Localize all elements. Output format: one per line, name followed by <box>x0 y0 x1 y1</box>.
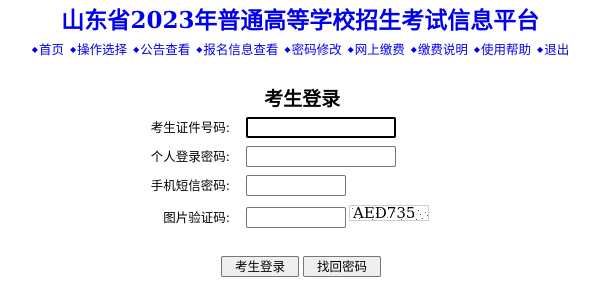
login-button[interactable]: 考生登录 <box>221 256 299 277</box>
nav-item-announcements[interactable]: ◆公告查看 <box>133 41 190 59</box>
recover-password-button[interactable]: 找回密码 <box>303 256 381 277</box>
nav-item-label: 报名信息查看 <box>203 42 279 57</box>
captcha-input[interactable] <box>246 207 346 228</box>
nav-item-operation-select[interactable]: ◆操作选择 <box>70 41 127 59</box>
login-title: 考生登录 <box>264 88 341 110</box>
nav-item-label: 密码修改 <box>291 42 342 57</box>
nav-item-label: 退出 <box>544 42 570 57</box>
top-nav: ◆首页 ◆操作选择 ◆公告查看 ◆报名信息查看 ◆密码修改 ◆网上缴费 ◆缴费说… <box>0 41 601 59</box>
password-label: 个人登录密码: <box>150 149 230 164</box>
nav-item-registration-info[interactable]: ◆报名信息查看 <box>196 41 278 59</box>
diamond-bullet-icon: ◆ <box>69 45 77 54</box>
nav-item-logout[interactable]: ◆退出 <box>537 41 569 59</box>
nav-item-change-password[interactable]: ◆密码修改 <box>284 41 341 59</box>
nav-item-payment-instructions[interactable]: ◆缴费说明 <box>411 41 468 59</box>
sms-code-label: 手机短信密码: <box>150 178 230 193</box>
nav-item-label: 公告查看 <box>140 42 191 57</box>
diamond-bullet-icon: ◆ <box>133 45 140 54</box>
id-number-label: 考生证件号码: <box>150 120 230 135</box>
nav-item-label: 首页 <box>38 42 64 57</box>
password-input[interactable] <box>246 146 396 167</box>
nav-item-label: 使用帮助 <box>481 42 532 57</box>
nav-item-online-payment[interactable]: ◆网上缴费 <box>348 41 405 59</box>
sms-code-input[interactable] <box>246 175 346 196</box>
nav-item-label: 缴费说明 <box>417 42 468 57</box>
diamond-bullet-icon: ◆ <box>347 45 354 54</box>
captcha-label: 图片验证码: <box>163 210 230 225</box>
captcha-image[interactable]: AED735 <box>349 205 429 221</box>
diamond-bullet-icon: ◆ <box>537 45 544 54</box>
diamond-bullet-icon: ◆ <box>473 45 481 54</box>
login-page: 山东省2023年普通高等学校招生考试信息平台 ◆首页 ◆操作选择 ◆公告查看 ◆… <box>0 0 601 294</box>
nav-item-label: 操作选择 <box>77 42 128 57</box>
diamond-bullet-icon: ◆ <box>196 45 203 54</box>
site-title: 山东省2023年普通高等学校招生考试信息平台 <box>61 7 540 34</box>
nav-item-help[interactable]: ◆使用帮助 <box>474 41 531 59</box>
diamond-bullet-icon: ◆ <box>410 45 417 54</box>
diamond-bullet-icon: ◆ <box>31 45 38 54</box>
nav-item-label: 网上缴费 <box>354 42 405 57</box>
nav-item-home[interactable]: ◆首页 <box>32 41 64 59</box>
captcha-text: AED735 <box>353 205 416 221</box>
id-number-input[interactable] <box>246 117 396 138</box>
diamond-bullet-icon: ◆ <box>284 45 291 54</box>
